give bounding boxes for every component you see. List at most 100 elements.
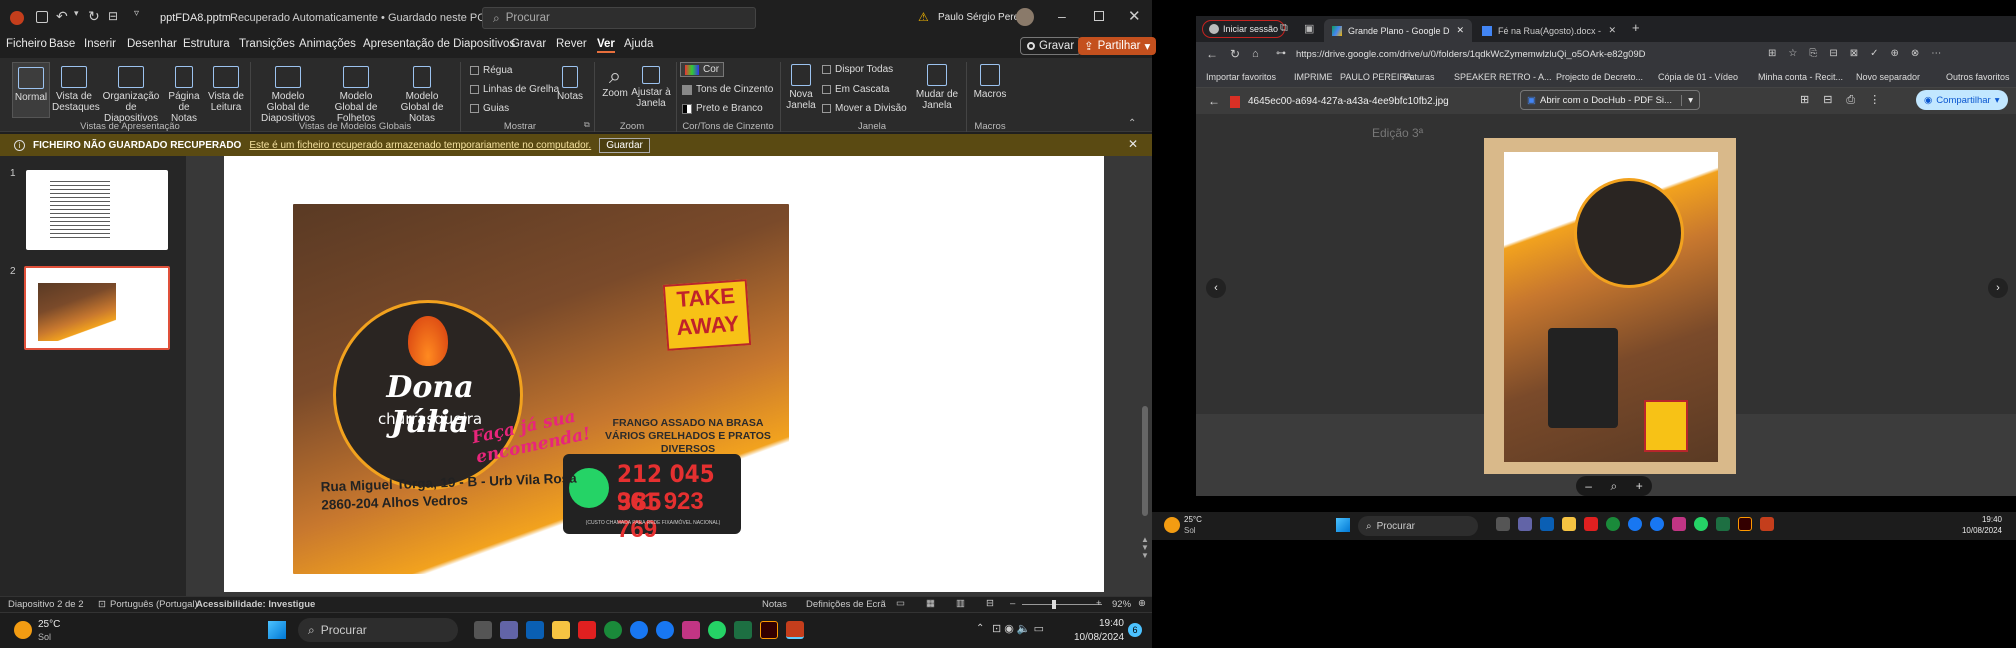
tab-docs[interactable]: Fé na Rua(Agosto).docx - Docum ✕ xyxy=(1474,19,1624,42)
store-icon[interactable] xyxy=(1540,517,1554,531)
excel-icon[interactable] xyxy=(734,621,752,639)
view-outline-button[interactable]: Vista de Destaques xyxy=(52,66,100,113)
teams-icon[interactable] xyxy=(500,621,518,639)
weather-temp[interactable]: 25°C xyxy=(1184,515,1202,524)
tab-ajuda[interactable]: Ajuda xyxy=(624,38,653,50)
normal-view-status-icon[interactable]: ▭ xyxy=(896,598,905,609)
weather-desc[interactable]: Sol xyxy=(38,632,51,642)
slideshow-status-icon[interactable]: ⊟ xyxy=(986,598,994,609)
view-notes-page-button[interactable]: Página de Notas xyxy=(164,66,204,124)
reload-icon[interactable]: ↻ xyxy=(1230,47,1240,61)
bookmark-item[interactable]: PAULO PEREIRA xyxy=(1340,72,1412,82)
tab-ficheiro[interactable]: Ficheiro xyxy=(6,38,47,50)
bookmark-item[interactable]: IMPRIME xyxy=(1294,72,1333,82)
teams-icon[interactable] xyxy=(1518,517,1532,531)
restore-icon[interactable] xyxy=(1094,11,1104,21)
macros-button[interactable]: Macros xyxy=(970,64,1010,100)
vertical-scrollbar[interactable] xyxy=(1142,406,1148,516)
clock-time[interactable]: 19:40 xyxy=(1952,515,2002,524)
instagram-icon[interactable] xyxy=(1672,517,1686,531)
view-reading-button[interactable]: Vista de Leitura xyxy=(206,66,246,113)
switch-window-button[interactable]: Mudar de Janela xyxy=(912,64,962,111)
move-split-button[interactable]: Mover a Divisão xyxy=(822,103,907,114)
close-tab-icon[interactable]: ✕ xyxy=(1608,25,1616,36)
prev-image-icon[interactable]: ‹ xyxy=(1206,278,1226,298)
open-with-button[interactable]: ▣ Abrir com o DocHub - PDF Si... ▾ xyxy=(1520,90,1700,110)
tab-estrutura[interactable]: Estrutura xyxy=(183,38,230,50)
zoom-out-icon[interactable]: – xyxy=(1010,598,1015,609)
whatsapp-taskbar-icon[interactable] xyxy=(1694,517,1708,531)
accessibility-label[interactable]: Acessibilidade: Investigue xyxy=(196,599,315,610)
warning-message[interactable]: Este é um ficheiro recuperado armazenado… xyxy=(249,140,591,151)
notes-master-button[interactable]: Modelo Global de Notas xyxy=(390,66,454,124)
site-info-icon[interactable]: ⊶ xyxy=(1276,48,1286,59)
store-icon[interactable] xyxy=(526,621,544,639)
illustrator-icon[interactable] xyxy=(760,621,778,639)
undo-dropdown-icon[interactable]: ▾ xyxy=(74,8,79,19)
ruler-checkbox[interactable]: Régua xyxy=(470,65,512,76)
chevron-down-icon[interactable]: ▾ xyxy=(1681,94,1699,106)
signin-button[interactable]: Iniciar sessão xyxy=(1202,20,1286,38)
zoom-slider[interactable] xyxy=(1022,604,1102,605)
handout-master-button[interactable]: Modelo Global de Folhetos xyxy=(324,66,388,124)
task-view-icon[interactable] xyxy=(474,621,492,639)
close-icon[interactable]: ✕ xyxy=(1128,7,1141,25)
zoom-in-icon[interactable]: + xyxy=(1096,598,1102,609)
view-normal-button[interactable]: Normal xyxy=(12,62,50,118)
bookmark-item[interactable]: Importar favoritos xyxy=(1206,72,1276,82)
weather-sun-icon[interactable] xyxy=(1164,517,1180,533)
windows-start-icon[interactable] xyxy=(268,621,286,639)
reading-view-status-icon[interactable]: ▥ xyxy=(956,598,965,609)
share-drive-button[interactable]: ◉ Compartilhar ▾ xyxy=(1916,90,2008,110)
weather-sun-icon[interactable] xyxy=(14,621,32,639)
new-window-button[interactable]: Nova Janela xyxy=(784,64,818,111)
chrome-icon[interactable] xyxy=(604,621,622,639)
fit-slide-icon[interactable]: ⊕ xyxy=(1138,598,1146,609)
dialog-launcher-icon[interactable]: ⧉ xyxy=(584,120,590,130)
task-view-icon[interactable] xyxy=(1496,517,1510,531)
guides-checkbox[interactable]: Guias xyxy=(470,103,509,114)
notes-status-button[interactable]: Notas xyxy=(762,599,787,610)
minimize-icon[interactable]: – xyxy=(1058,8,1066,24)
tab-rever[interactable]: Rever xyxy=(556,38,587,50)
viewer-action-icons[interactable]: ⊞⊟⎙⋮ xyxy=(1800,93,1894,107)
bookmark-item[interactable]: Minha conta - Recit... xyxy=(1758,72,1843,82)
business-card-image[interactable]: Dona Júlia churrasqueira TAKE AWAY Faça … xyxy=(293,204,789,574)
sorter-view-status-icon[interactable]: ▦ xyxy=(926,598,935,609)
black-white-button[interactable]: Preto e Branco xyxy=(682,103,763,114)
new-tab-icon[interactable]: + xyxy=(1632,20,1640,35)
instagram-icon[interactable] xyxy=(682,621,700,639)
viewer-back-icon[interactable]: ← xyxy=(1208,94,1220,108)
chrome-icon[interactable] xyxy=(1606,517,1620,531)
youtube-icon[interactable] xyxy=(1584,517,1598,531)
tab-groups-icon[interactable]: ⧉ xyxy=(1280,22,1288,35)
spellcheck-icon[interactable]: ⊡ xyxy=(98,599,106,610)
tab-animacoes[interactable]: Animações xyxy=(299,38,356,50)
save-recovered-button[interactable]: Guardar xyxy=(599,137,650,153)
weather-temp[interactable]: 25°C xyxy=(38,619,60,630)
tab-base[interactable]: Base xyxy=(49,38,75,50)
slide-master-button[interactable]: Modelo Global de Diapositivos xyxy=(256,66,320,124)
tab-desenhar[interactable]: Desenhar xyxy=(127,38,177,50)
home-icon[interactable]: ⌂ xyxy=(1252,48,1259,60)
view-sorter-button[interactable]: Organização de Diapositivos xyxy=(102,66,160,124)
powerpoint-taskbar-icon[interactable] xyxy=(1760,517,1774,531)
tab-google-drive[interactable]: Grande Plano - Google Drive ✕ xyxy=(1324,19,1472,42)
tab-inserir[interactable]: Inserir xyxy=(84,38,116,50)
gridlines-checkbox[interactable]: Linhas de Grelha xyxy=(470,84,559,95)
present-icon[interactable]: ⊟ xyxy=(108,9,118,23)
zoom-out-icon[interactable]: – xyxy=(1585,479,1592,493)
display-settings-button[interactable]: Definições de Ecrã xyxy=(806,599,886,610)
next-image-icon[interactable]: › xyxy=(1988,278,2008,298)
youtube-icon[interactable] xyxy=(578,621,596,639)
language-label[interactable]: Português (Portugal) xyxy=(110,599,198,610)
notes-toggle-button[interactable]: Notas xyxy=(554,66,586,102)
taskbar-search[interactable]: ⌕ Procurar xyxy=(298,618,458,642)
zoom-slider-thumb[interactable] xyxy=(1052,600,1056,609)
search-box[interactable]: ⌕ Procurar xyxy=(482,7,756,29)
save-icon[interactable] xyxy=(36,11,48,23)
close-tab-icon[interactable]: ✕ xyxy=(1456,25,1464,36)
undo-icon[interactable]: ↶ xyxy=(56,8,68,25)
whatsapp-taskbar-icon[interactable] xyxy=(708,621,726,639)
bookmark-item[interactable]: SPEAKER RETRO - A... xyxy=(1454,72,1552,82)
